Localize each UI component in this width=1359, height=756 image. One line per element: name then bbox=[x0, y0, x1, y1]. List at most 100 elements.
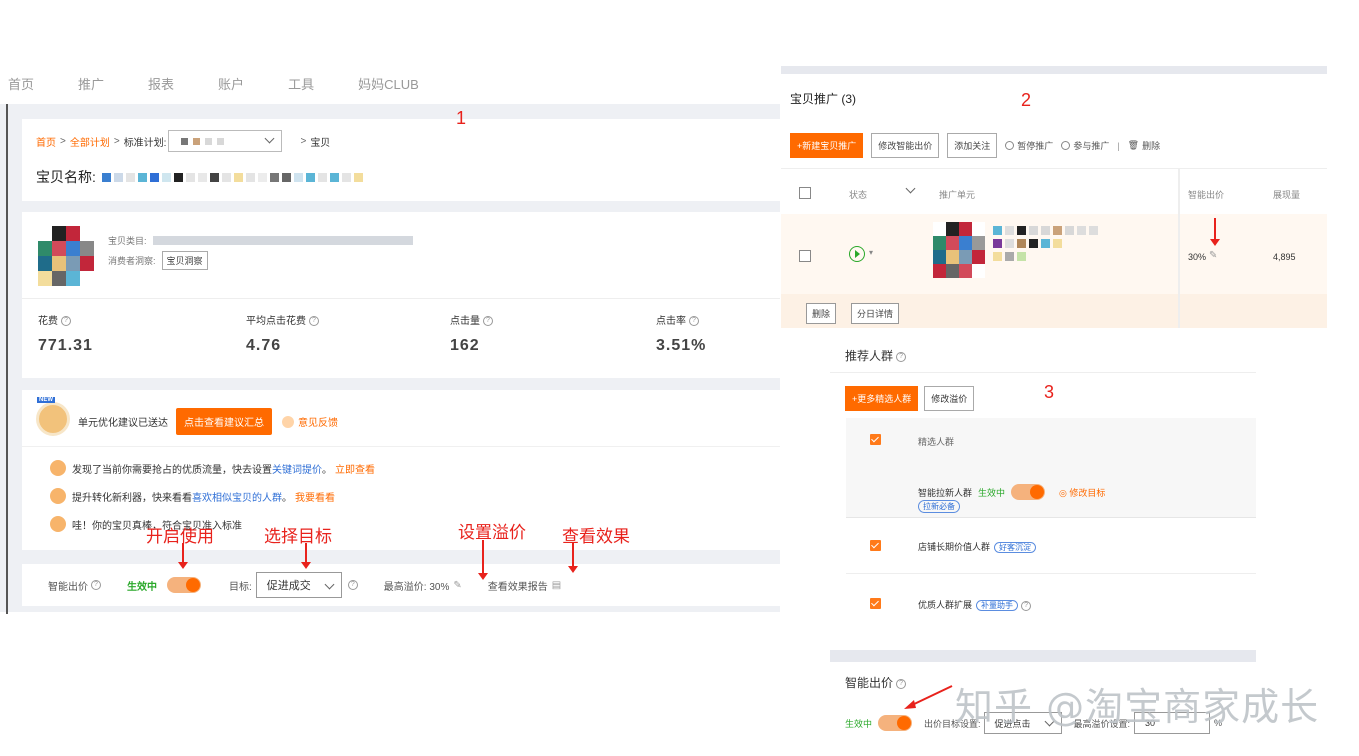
breadcrumb-sep: > bbox=[60, 135, 66, 147]
select-all-checkbox[interactable] bbox=[799, 187, 811, 199]
metric-value: 162 bbox=[450, 337, 480, 354]
pause-promotion-button[interactable]: 暂停推广 bbox=[1005, 139, 1053, 152]
help-icon[interactable]: ? bbox=[61, 316, 71, 327]
crowd-tag: 好客沉淀 bbox=[994, 542, 1037, 553]
crowd-toolbar: +更多精选人群 修改溢价 bbox=[845, 386, 975, 411]
help-icon[interactable]: ? bbox=[483, 316, 493, 327]
metric-clicks: 点击量? 162 bbox=[450, 312, 493, 355]
help-icon[interactable]: ? bbox=[1021, 600, 1032, 611]
help-icon[interactable]: ? bbox=[309, 316, 319, 327]
edit-pencil-icon[interactable]: ✎ bbox=[453, 580, 461, 591]
view-suggestions-button[interactable]: 点击查看建议汇总 bbox=[176, 408, 272, 435]
item-info-card: 宝贝类目: 消费者洞察: 宝贝洞察 花费? 771.31 平均点击花费? 4.7… bbox=[22, 212, 780, 378]
modify-premium-button[interactable]: 修改溢价 bbox=[924, 386, 975, 411]
insight-button[interactable]: 宝贝洞察 bbox=[161, 250, 208, 270]
chevron-down-icon[interactable] bbox=[905, 183, 916, 194]
breadcrumb: 首页 > 全部计划 > 标准计划: > 宝贝 bbox=[36, 130, 330, 152]
breadcrumb-all-plans[interactable]: 全部计划 bbox=[70, 134, 110, 149]
tip-item: 提升转化新利器，快来看看 喜欢相似宝贝的人群 。 我要看看 bbox=[50, 488, 335, 504]
crowd-row: 店铺长期价值人群 好客沉淀 bbox=[846, 518, 1256, 574]
tip-action-link[interactable]: 我要看看 bbox=[295, 489, 335, 504]
target-select-value: 促进成交 bbox=[266, 580, 311, 592]
crowd-checkbox[interactable] bbox=[870, 598, 881, 609]
annotation-number-3: 3 bbox=[1044, 382, 1055, 402]
insight-row: 消费者洞察: 宝贝洞察 bbox=[108, 250, 413, 270]
view-report-link[interactable]: 查看效果报告 bbox=[488, 578, 548, 593]
play-status-icon[interactable] bbox=[849, 246, 865, 262]
daily-detail-button[interactable]: 分日详情 bbox=[851, 303, 900, 324]
edit-pencil-icon[interactable]: ✎ bbox=[1209, 250, 1217, 261]
metric-cost: 花费? 771.31 bbox=[38, 312, 93, 355]
crowd-name: 店铺长期价值人群 好客沉淀 bbox=[918, 540, 1037, 553]
smart-bid-toggle[interactable] bbox=[878, 715, 913, 731]
nav-mama-club[interactable]: 妈妈CLUB bbox=[358, 74, 419, 93]
help-icon[interactable]: ? bbox=[896, 351, 907, 362]
tip-text: 提升转化新利器，快来看看 bbox=[72, 492, 192, 504]
nav-promotion[interactable]: 推广 bbox=[78, 74, 104, 93]
group-checkbox[interactable] bbox=[870, 434, 881, 445]
modify-smart-bid-button[interactable]: 修改智能出价 bbox=[871, 133, 940, 158]
help-icon[interactable]: ? bbox=[689, 316, 699, 327]
target-select[interactable]: 促进成交 bbox=[255, 572, 342, 598]
smart-crowd-name: 智能拉新人群 bbox=[918, 487, 973, 498]
smart-crowd-toggle[interactable] bbox=[1011, 484, 1046, 500]
row-delete-button[interactable]: 删除 bbox=[806, 303, 837, 324]
annotation-number-2: 2 bbox=[1021, 90, 1032, 110]
modify-target-link[interactable]: ◎ 修改目标 bbox=[1059, 486, 1105, 499]
divider bbox=[22, 298, 780, 299]
tip-text: 发现了当前你需要抢占的优质流量，快去设置 bbox=[72, 464, 272, 476]
red-arrow bbox=[478, 540, 488, 580]
table-row: ▾ 30% ✎ 4,895 bbox=[781, 214, 1327, 294]
status-dropdown-icon[interactable]: ▾ bbox=[869, 248, 873, 257]
smart-bid-title: 智能出价? bbox=[845, 674, 907, 691]
recommended-crowd-panel: 推荐人群? +更多精选人群 修改溢价 3 精选人群 智能拉新人群 生效中 ◎ 修… bbox=[830, 336, 1256, 636]
nav-account[interactable]: 账户 bbox=[218, 74, 244, 93]
top-nav: 首页 推广 报表 账户 工具 妈妈CLUB bbox=[0, 62, 780, 104]
nav-reports[interactable]: 报表 bbox=[148, 74, 174, 93]
row-checkbox[interactable] bbox=[799, 250, 811, 262]
item-name-label: 宝贝名称: bbox=[36, 169, 96, 185]
join-promotion-button[interactable]: 参与推广 bbox=[1061, 139, 1109, 152]
breadcrumb-std-plan: 标准计划: bbox=[123, 137, 167, 149]
report-icon: ▤ bbox=[551, 579, 562, 591]
status-active: 生效中 bbox=[845, 718, 873, 729]
tip-action-link[interactable]: 立即查看 bbox=[335, 461, 375, 476]
max-premium: 最高溢价: 30% bbox=[383, 581, 450, 593]
nav-tools[interactable]: 工具 bbox=[288, 74, 314, 93]
divider bbox=[22, 446, 780, 447]
feedback-link[interactable]: 意见反馈 bbox=[282, 414, 338, 429]
left-screenshot-panel: 首页 推广 报表 账户 工具 妈妈CLUB 首页 > 全部计划 > 标准计划: … bbox=[0, 62, 780, 614]
help-icon[interactable]: ? bbox=[91, 580, 101, 590]
assistant-robot-icon: NEW bbox=[36, 397, 70, 436]
breadcrumb-sep: > bbox=[300, 135, 307, 147]
group-header: 精选人群 bbox=[918, 437, 955, 447]
tip-link[interactable]: 喜欢相似宝贝的人群 bbox=[192, 489, 282, 504]
suggestion-sent-text: 单元优化建议已送达 bbox=[78, 418, 168, 429]
smart-bid-toggle[interactable] bbox=[167, 577, 201, 593]
status-active: 生效中 bbox=[978, 487, 1006, 498]
red-arrow bbox=[1210, 218, 1220, 246]
metric-label: 点击率 bbox=[656, 316, 686, 327]
help-icon[interactable]: ? bbox=[347, 580, 358, 590]
blurred-unit-title bbox=[993, 226, 1163, 261]
add-follow-button[interactable]: 添加关注 bbox=[947, 133, 998, 158]
play-icon bbox=[1061, 141, 1071, 150]
nav-home[interactable]: 首页 bbox=[8, 74, 34, 93]
tip-text: 。 bbox=[322, 464, 332, 476]
toolbar-sep: | bbox=[1117, 140, 1120, 151]
red-diagonal-arrow bbox=[904, 685, 953, 709]
crowd-checkbox[interactable] bbox=[870, 540, 881, 551]
col-unit: 推广单元 bbox=[939, 190, 976, 200]
smart-bid-bar: 智能出价 ? 生效中 目标: 促进成交 ? 最高溢价: 30% ✎ 查看效果报告… bbox=[22, 564, 780, 606]
more-crowd-button[interactable]: +更多精选人群 bbox=[845, 386, 919, 411]
plan-select[interactable] bbox=[168, 130, 283, 152]
tip-link[interactable]: 关键词提价 bbox=[272, 461, 322, 476]
blurred-item-name bbox=[101, 172, 363, 182]
delete-button[interactable]: 🗑 删除 bbox=[1128, 139, 1160, 152]
crowd-group: 精选人群 智能拉新人群 生效中 ◎ 修改目标 拉新必备 bbox=[846, 418, 1256, 518]
breadcrumb-home[interactable]: 首页 bbox=[36, 134, 56, 149]
left-edge-bar bbox=[6, 104, 8, 614]
breadcrumb-item: 宝贝 bbox=[310, 137, 331, 149]
new-promotion-button[interactable]: +新建宝贝推广 bbox=[790, 133, 864, 158]
smart-bid-title-text: 智能出价 bbox=[845, 676, 894, 690]
